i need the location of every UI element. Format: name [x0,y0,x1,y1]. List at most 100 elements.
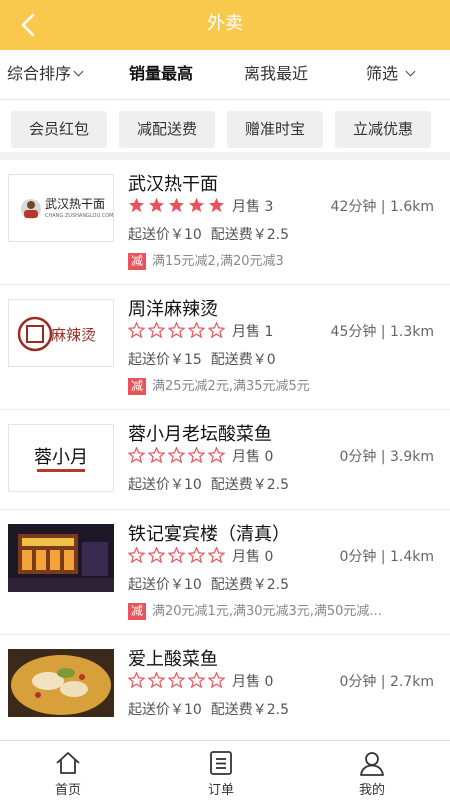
promo-text: 满20元减1元,满30元减3元,满50元减... [152,604,382,619]
delivery-fee: 配送费￥2.5 [210,702,289,718]
promo-row: 减满20元减1元,满30元减3元,满50元减... [128,603,382,620]
delivery-fee: 配送费￥2.5 [210,227,289,243]
star-filled-icon [128,197,145,213]
shop-logo-subtext: CHANG ZUSHANGLOU.COM [45,213,114,219]
order-list-icon [210,751,232,775]
star-outline-icon [188,447,205,463]
price-info: 起送价￥10 配送费￥2.5 [128,474,289,494]
delivery-time-distance: 0分钟 | 2.7km [339,674,434,690]
logo-underline [37,469,85,472]
star-outline-icon [148,547,165,563]
tab-orders-label: 订单 [207,783,234,798]
star-outline-icon [148,322,165,338]
sort-top-sales-label: 销量最高 [129,64,194,83]
star-filled-icon [168,197,185,213]
min-order-price: 起送价￥10 [128,477,202,493]
delivery-fee: 配送费￥2.5 [210,477,289,493]
monthly-sales: 月售 1 [232,324,274,340]
shop-name: 爱上酸菜鱼 [128,649,218,670]
star-outline-icon [168,672,185,688]
sort-nearest-label: 离我最近 [244,64,309,83]
star-outline-icon [148,672,165,688]
min-order-price: 起送价￥10 [128,227,202,243]
min-order-price: 起送价￥10 [128,702,202,718]
chip-delivery-discount[interactable]: 减配送费 [119,111,215,148]
shop-item[interactable]: 武汉热干面 CHANG ZUSHANGLOU.COM 武汉热干面 月售 3 42… [0,160,450,285]
shop-logo-text: 麻辣烫 [51,326,97,344]
min-order-price: 起送价￥15 [128,352,202,368]
top-bar: 外卖 [0,0,450,50]
tab-orders[interactable]: 订单 [171,741,271,800]
tab-home[interactable]: 首页 [18,741,118,800]
tab-profile[interactable]: 我的 [322,741,422,800]
sort-nearest[interactable]: 离我最近 [244,50,308,100]
rating-stars [128,322,228,338]
shop-name: 铁记宴宾楼（清真） [128,524,290,545]
star-outline-icon [208,447,225,463]
delivery-fee: 配送费￥2.5 [210,577,289,593]
monthly-sales: 月售 0 [232,449,274,465]
shop-name: 武汉热干面 [128,174,218,195]
star-outline-icon [188,547,205,563]
shop-logo: 蓉小月 [8,424,114,492]
star-outline-icon [128,547,145,563]
star-outline-icon [128,322,145,338]
page-title: 外卖 [207,13,243,34]
rating-stars [128,672,228,688]
shop-logo: 麻辣烫 [8,299,114,367]
star-outline-icon [208,322,225,338]
price-info: 起送价￥10 配送费￥2.5 [128,224,289,244]
chip-instant-discount[interactable]: 立减优惠 [335,111,431,148]
star-outline-icon [128,672,145,688]
filter-chips: 会员红包 减配送费 赠准时宝 立减优惠 [0,100,450,160]
delivery-fee: 配送费￥0 [210,352,276,368]
sort-comprehensive[interactable]: 综合排序 [7,50,84,100]
monthly-sales: 月售 0 [232,674,274,690]
sort-top-sales[interactable]: 销量最高 [129,50,193,100]
home-icon [56,752,80,774]
shop-logo-text: 蓉小月 [34,447,88,468]
price-info: 起送价￥10 配送费￥2.5 [128,699,289,719]
discount-badge: 减 [128,378,146,395]
shop-item[interactable]: 蓉小月 蓉小月老坛酸菜鱼 月售 0 0分钟 | 3.9km 起送价￥10 配送费… [0,410,450,510]
bottom-tab-bar: 首页 订单 我的 [0,740,450,800]
rating-stars [128,197,228,213]
promo-text: 满15元减2,满20元减3 [152,254,284,269]
chip-member-redpacket[interactable]: 会员红包 [11,111,107,148]
chevron-down-icon [73,66,84,77]
promo-text: 满25元减2元,满35元减5元 [152,379,310,394]
star-filled-icon [148,197,165,213]
rating-stars [128,547,228,563]
chevron-down-icon [405,66,416,77]
sort-comprehensive-label: 综合排序 [7,64,72,83]
monthly-sales: 月售 3 [232,199,274,215]
delivery-time-distance: 45分钟 | 1.3km [330,324,434,340]
min-order-price: 起送价￥10 [128,577,202,593]
shop-item[interactable]: 铁记宴宾楼（清真） 月售 0 0分钟 | 1.4km 起送价￥10 配送费￥2.… [0,510,450,635]
discount-badge: 减 [128,603,146,620]
star-outline-icon [128,447,145,463]
shop-name: 周洋麻辣烫 [128,299,218,320]
filter-button[interactable]: 筛选 [366,50,416,100]
price-info: 起送价￥10 配送费￥2.5 [128,574,289,594]
star-filled-icon [188,197,205,213]
star-outline-icon [208,672,225,688]
delivery-time-distance: 0分钟 | 3.9km [339,449,434,465]
star-outline-icon [188,672,205,688]
promo-row: 减满25元减2元,满35元减5元 [128,378,310,395]
star-outline-icon [208,547,225,563]
shop-item[interactable]: 麻辣烫 周洋麻辣烫 月售 1 45分钟 | 1.3km 起送价￥15 配送费￥0… [0,285,450,410]
shop-logo-text: 武汉热干面 [45,197,106,211]
filter-label: 筛选 [366,64,399,83]
tab-profile-label: 我的 [358,783,385,798]
star-filled-icon [208,197,225,213]
chip-on-time-guarantee[interactable]: 赠准时宝 [227,111,323,148]
delivery-time-distance: 42分钟 | 1.6km [330,199,434,215]
shop-photo [8,524,114,592]
shop-photo [8,649,114,717]
delivery-time-distance: 0分钟 | 1.4km [339,549,434,565]
discount-badge: 减 [128,253,146,270]
shop-logo: 武汉热干面 CHANG ZUSHANGLOU.COM [8,174,114,242]
rating-stars [128,447,228,463]
shop-item[interactable]: 爱上酸菜鱼 月售 0 0分钟 | 2.7km 起送价￥10 配送费￥2.5 [0,635,450,740]
